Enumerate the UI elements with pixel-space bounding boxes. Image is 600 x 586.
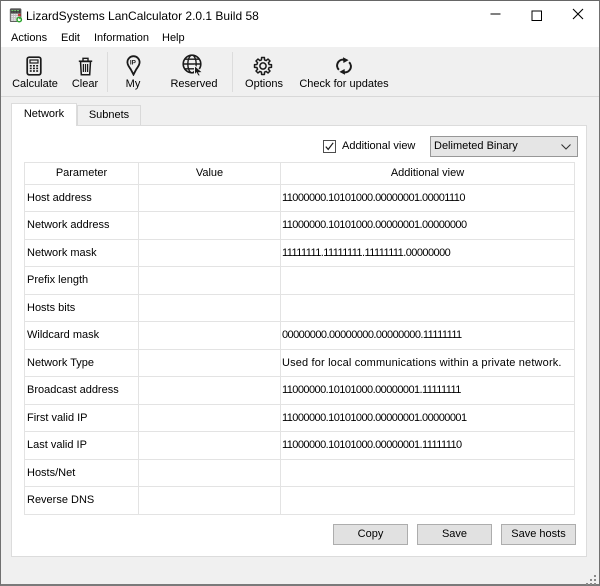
- svg-text:IP: IP: [129, 60, 136, 67]
